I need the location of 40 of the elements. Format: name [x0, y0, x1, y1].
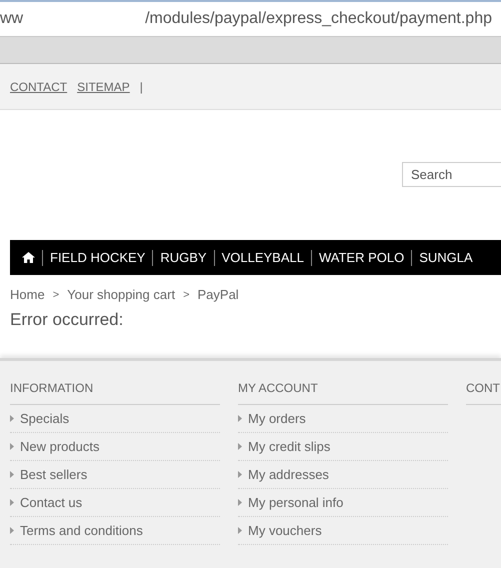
triangle-icon — [10, 527, 14, 534]
separator-text: | — [140, 80, 143, 94]
footer-link[interactable]: Contact us — [20, 495, 82, 510]
breadcrumb-link[interactable]: Your shopping cart — [67, 287, 176, 302]
triangle-icon — [10, 443, 14, 450]
footer-link[interactable]: My addresses — [248, 467, 329, 482]
footer-link[interactable]: Specials — [20, 411, 70, 426]
triangle-icon — [238, 415, 242, 422]
url-text: /modules/paypal/express_checkout/payment.php — [145, 10, 492, 28]
separator-text: > — [183, 288, 190, 300]
nav-item[interactable]: VOLLEYBALL — [222, 250, 304, 265]
nav-item[interactable]: WATER POLO — [318, 250, 404, 265]
footer-link[interactable]: My orders — [248, 411, 306, 426]
search-field[interactable]: Search — [402, 162, 501, 187]
top-link[interactable]: CONTACT — [10, 80, 68, 94]
triangle-icon — [238, 471, 242, 478]
footer-link[interactable]: New products — [20, 439, 100, 454]
nav-item[interactable]: FIELD HOCKEY — [50, 250, 146, 265]
footer-link[interactable]: My personal info — [248, 495, 344, 510]
column-heading: MY ACCOUNT — [238, 381, 448, 405]
top-link[interactable]: SITEMAP — [77, 80, 130, 94]
nav-item[interactable]: RUGBY — [160, 250, 207, 265]
breadcrumb-link[interactable]: Home — [10, 287, 45, 302]
footer-link[interactable]: My vouchers — [248, 523, 322, 538]
triangle-icon — [238, 499, 242, 506]
triangle-icon — [238, 443, 242, 450]
triangle-icon — [10, 471, 14, 478]
triangle-icon — [238, 527, 242, 534]
column-heading: CONT — [466, 381, 501, 405]
footer-link[interactable]: My credit slips — [248, 439, 330, 454]
home-icon[interactable] — [22, 252, 35, 263]
footer-link[interactable]: Terms and conditions — [20, 523, 143, 538]
nav-item[interactable]: SUNGLA — [419, 250, 473, 265]
triangle-icon — [10, 499, 14, 506]
error-message: Error occurred: — [10, 310, 124, 330]
separator-text: > — [52, 288, 60, 300]
url-text: ww — [0, 10, 24, 28]
column-heading: INFORMATION — [10, 381, 220, 405]
footer-link[interactable]: Best sellers — [20, 467, 88, 482]
triangle-icon — [10, 415, 14, 422]
